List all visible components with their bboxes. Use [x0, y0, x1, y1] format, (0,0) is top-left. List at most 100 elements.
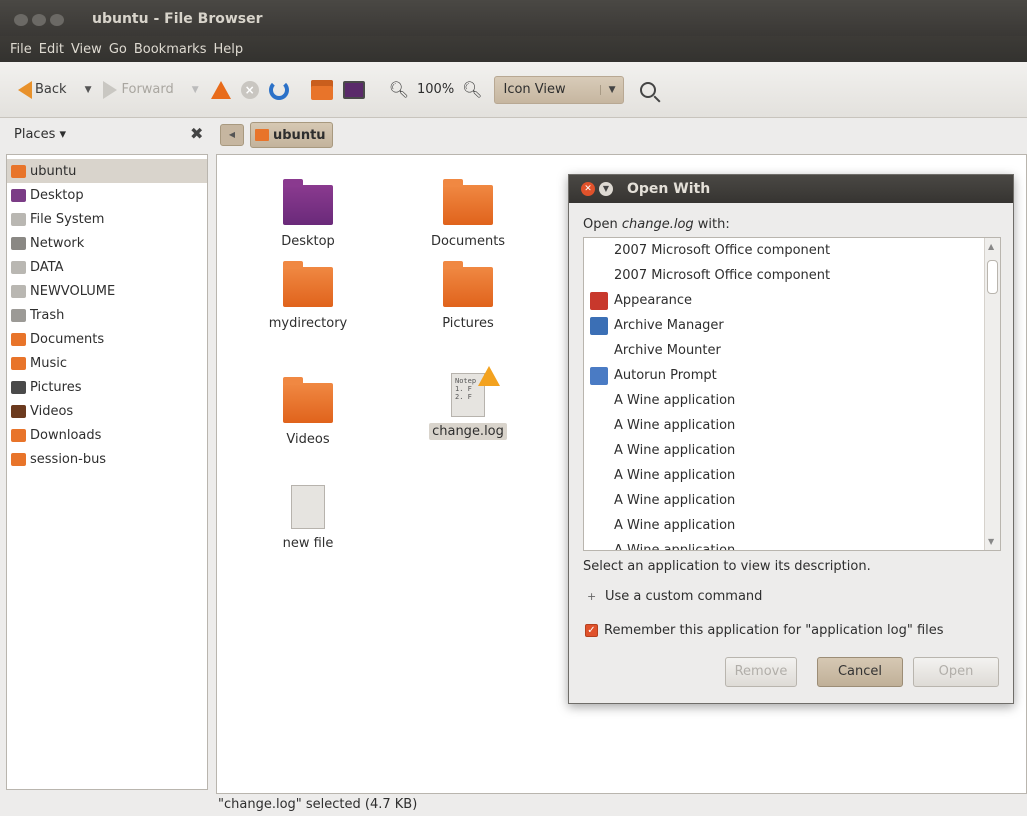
sidebar-item-session-bus[interactable]: session-bus — [7, 447, 207, 471]
application-list-item[interactable]: 2007 Microsoft Office component — [584, 238, 1000, 263]
zoom-level[interactable]: 100% — [417, 82, 454, 97]
app-list-scrollbar[interactable]: ▲ ▼ — [984, 238, 1000, 550]
blank-app-icon — [590, 417, 608, 435]
custom-command-expander[interactable]: + Use a custom command — [587, 589, 762, 604]
menu-edit[interactable]: Edit — [39, 42, 64, 57]
dialog-menu-icon[interactable]: ▼ — [599, 182, 613, 196]
minimize-window-icon[interactable] — [32, 14, 46, 26]
application-list[interactable]: ▲ ▼ 2007 Microsoft Office component 2007 … — [583, 237, 1001, 551]
zoom-in-icon[interactable]: 🔍︎ — [462, 80, 482, 99]
maximize-window-icon[interactable] — [50, 14, 64, 26]
prompt-prefix: Open — [583, 217, 622, 232]
open-button[interactable]: Open — [913, 657, 999, 687]
pictures-folder-icon — [443, 261, 493, 307]
remember-label: Remember this application for "applicati… — [604, 623, 944, 638]
scroll-down-icon[interactable]: ▼ — [988, 537, 994, 546]
path-button-ubuntu[interactable]: ubuntu — [250, 122, 333, 148]
application-label: A Wine application — [614, 493, 736, 508]
drive-icon — [11, 260, 26, 274]
autorun-icon — [590, 366, 608, 385]
sidebar-item-ubuntu[interactable]: ubuntu — [7, 159, 207, 183]
home-button[interactable] — [310, 79, 333, 100]
file-label: new file — [282, 536, 334, 551]
sidebar-item-label: NEWVOLUME — [30, 283, 116, 299]
sidebar-item-label: Music — [30, 355, 67, 371]
application-list-item[interactable]: A Wine application — [584, 463, 1000, 488]
application-list-item[interactable]: A Wine application — [584, 388, 1000, 413]
cancel-button[interactable]: Cancel — [817, 657, 903, 687]
stop-button[interactable]: × — [240, 80, 259, 99]
remember-checkbox[interactable]: ✓ — [585, 624, 598, 637]
file-item-videos[interactable]: Videos — [253, 377, 363, 448]
remember-checkbox-row[interactable]: ✓ Remember this application for "applica… — [585, 623, 944, 638]
application-list-item[interactable]: A Wine application — [584, 513, 1000, 538]
application-list-item[interactable]: 2007 Microsoft Office component — [584, 263, 1000, 288]
close-sidebar-icon[interactable]: ✖ — [190, 124, 203, 143]
computer-button[interactable] — [342, 80, 365, 99]
sidebar-item-file-system[interactable]: File System — [7, 207, 207, 231]
sidebar-item-label: Videos — [30, 403, 74, 419]
application-list-item[interactable]: Autorun Prompt — [584, 363, 1000, 388]
application-label: 2007 Microsoft Office component — [614, 268, 831, 283]
application-list-item[interactable]: A Wine application — [584, 538, 1000, 550]
path-scroll-left-button[interactable]: ◀ — [220, 124, 244, 146]
window-controls — [14, 14, 64, 26]
reload-button[interactable] — [268, 79, 289, 100]
forward-arrow-icon — [103, 80, 118, 99]
view-mode-select[interactable]: Icon View ▼ — [494, 75, 625, 104]
file-item-pictures[interactable]: Pictures — [413, 261, 523, 332]
back-button[interactable]: Back — [18, 80, 67, 99]
back-label: Back — [35, 82, 67, 97]
menu-view[interactable]: View — [71, 42, 102, 57]
sidebar-item-data[interactable]: DATA — [7, 255, 207, 279]
sidebar-item-videos[interactable]: Videos — [7, 399, 207, 423]
application-label: A Wine application — [614, 418, 736, 433]
blank-app-icon — [590, 492, 608, 510]
home-folder-icon — [11, 164, 26, 178]
places-dropdown[interactable]: Places ▾ — [14, 127, 66, 142]
application-list-item[interactable]: Archive Manager — [584, 313, 1000, 338]
dialog-close-icon[interactable]: ✕ — [581, 182, 595, 196]
blank-app-icon — [590, 467, 608, 485]
application-list-item[interactable]: Appearance — [584, 288, 1000, 313]
application-list-item[interactable]: A Wine application — [584, 413, 1000, 438]
search-icon[interactable] — [640, 81, 657, 98]
menu-bar: File Edit View Go Bookmarks Help — [0, 36, 1027, 62]
remove-button[interactable]: Remove — [725, 657, 797, 687]
sidebar-item-music[interactable]: Music — [7, 351, 207, 375]
back-history-dropdown-icon[interactable]: ▼ — [85, 85, 92, 95]
menu-help[interactable]: Help — [213, 42, 243, 57]
application-label: A Wine application — [614, 443, 736, 458]
archive-manager-icon — [590, 316, 608, 335]
close-window-icon[interactable] — [14, 14, 28, 26]
location-row: Places ▾ ✖ ◀ ubuntu — [0, 118, 1027, 152]
home-folder-icon — [310, 79, 333, 100]
blank-app-icon — [590, 342, 608, 360]
menu-bookmarks[interactable]: Bookmarks — [134, 42, 207, 57]
menu-go[interactable]: Go — [109, 42, 127, 57]
sidebar-item-label: Trash — [30, 307, 65, 323]
file-item-desktop[interactable]: Desktop — [253, 179, 363, 250]
file-item-mydirectory[interactable]: mydirectory — [253, 261, 363, 332]
application-list-item[interactable]: A Wine application — [584, 438, 1000, 463]
dialog-prompt: Open change.log with: — [583, 217, 730, 232]
scroll-thumb[interactable] — [987, 260, 998, 294]
file-item-new-file[interactable]: new file — [253, 485, 363, 552]
sidebar-item-trash[interactable]: Trash — [7, 303, 207, 327]
application-list-item[interactable]: Archive Mounter — [584, 338, 1000, 363]
sidebar-item-network[interactable]: Network — [7, 231, 207, 255]
forward-history-dropdown-icon[interactable]: ▼ — [192, 85, 199, 95]
scroll-up-icon[interactable]: ▲ — [988, 242, 994, 251]
sidebar-item-newvolume[interactable]: NEWVOLUME — [7, 279, 207, 303]
sidebar-item-pictures[interactable]: Pictures — [7, 375, 207, 399]
application-list-item[interactable]: A Wine application — [584, 488, 1000, 513]
sidebar-item-desktop[interactable]: Desktop — [7, 183, 207, 207]
menu-file[interactable]: File — [10, 42, 32, 57]
file-item-change-log[interactable]: Notep 1. F 2. F change.log — [413, 366, 523, 440]
up-button[interactable] — [210, 80, 231, 99]
forward-button[interactable]: Forward — [103, 80, 174, 99]
sidebar-item-downloads[interactable]: Downloads — [7, 423, 207, 447]
sidebar-item-documents[interactable]: Documents — [7, 327, 207, 351]
zoom-out-icon[interactable]: 🔍︎ — [389, 80, 409, 99]
file-item-documents[interactable]: Documents — [413, 179, 523, 250]
